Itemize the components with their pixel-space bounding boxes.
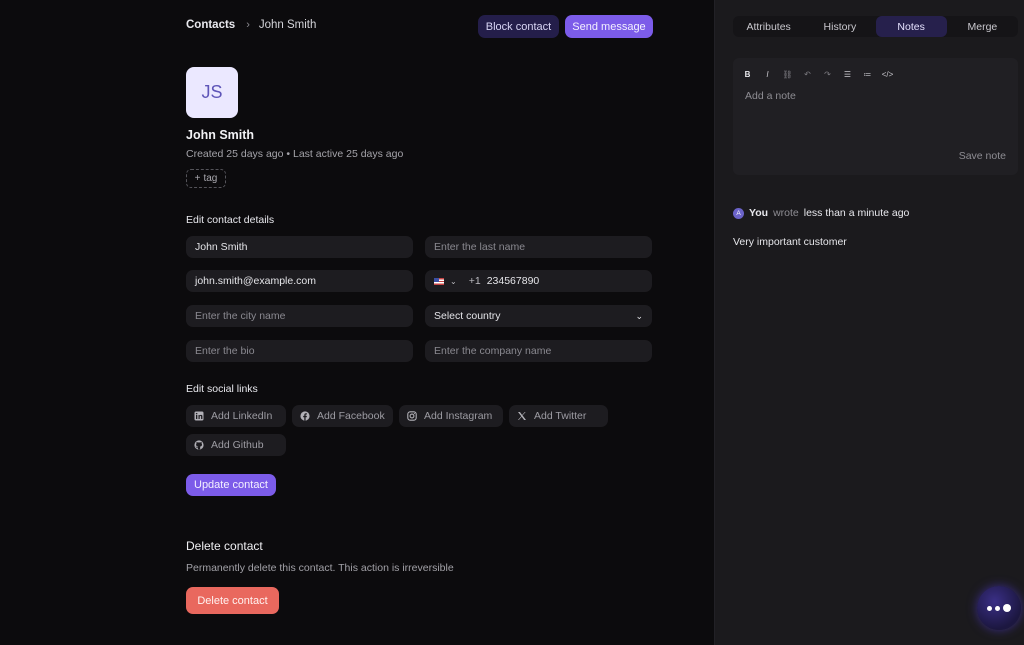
add-linkedin-label: Add LinkedIn — [211, 410, 273, 422]
add-tag-button[interactable]: + tag — [186, 169, 226, 188]
editor-toolbar: B I ⛓ ↶ ↷ ☰ ≔ </> — [743, 70, 894, 79]
phone-field[interactable]: ⌄ +1 234567890 — [425, 270, 652, 292]
numbered-list-icon[interactable]: ≔ — [863, 70, 872, 79]
github-icon — [194, 440, 204, 450]
company-input[interactable]: Enter the company name — [425, 340, 652, 362]
plus-icon: + — [194, 173, 201, 184]
phone-country-code: +1 — [468, 275, 481, 287]
add-twitter-button[interactable]: Add Twitter — [509, 405, 608, 427]
us-flag-icon[interactable] — [434, 277, 444, 285]
sidebar-tabs: Attributes History Notes Merge — [733, 16, 1018, 37]
main-panel: Contacts › John Smith Block contact Send… — [0, 0, 714, 645]
linkedin-icon — [194, 411, 204, 421]
note-timestamp: less than a minute ago — [803, 207, 910, 219]
save-note-button[interactable]: Save note — [959, 150, 1006, 162]
redo-icon[interactable]: ↷ — [823, 70, 832, 79]
delete-contact-title: Delete contact — [186, 539, 263, 553]
bullet-list-icon[interactable]: ☰ — [843, 70, 852, 79]
undo-icon[interactable]: ↶ — [803, 70, 812, 79]
chat-launcher-button[interactable] — [977, 586, 1021, 630]
add-twitter-label: Add Twitter — [534, 410, 587, 422]
add-instagram-button[interactable]: Add Instagram — [399, 405, 503, 427]
first-name-input[interactable]: John Smith — [186, 236, 413, 258]
phone-number-input[interactable]: 234567890 — [487, 275, 540, 287]
add-instagram-label: Add Instagram — [424, 410, 493, 422]
chat-dot-icon — [1003, 604, 1011, 612]
twitter-icon — [517, 411, 527, 421]
add-tag-label: tag — [203, 173, 218, 184]
note-body: Very important customer — [733, 236, 847, 248]
tab-attributes[interactable]: Attributes — [733, 16, 804, 37]
note-author-avatar: A — [733, 207, 744, 219]
note-verb: wrote — [773, 207, 799, 219]
chevron-right-icon: › — [246, 19, 250, 31]
chat-dot-icon — [987, 605, 992, 611]
block-contact-button[interactable]: Block contact — [478, 15, 559, 38]
sidebar-panel: Attributes History Notes Merge B I ⛓ ↶ ↷… — [714, 0, 1024, 645]
country-select-label: Select country — [434, 310, 501, 322]
bio-input[interactable]: Enter the bio — [186, 340, 413, 362]
link-icon[interactable]: ⛓ — [782, 70, 792, 79]
bold-icon[interactable]: B — [743, 70, 752, 79]
delete-contact-button[interactable]: Delete contact — [186, 587, 279, 614]
update-contact-button[interactable]: Update contact — [186, 474, 276, 496]
contact-meta: Created 25 days ago • Last active 25 day… — [186, 148, 404, 160]
chevron-down-icon: ⌄ — [635, 310, 643, 321]
tab-notes[interactable]: Notes — [875, 16, 947, 37]
tab-history[interactable]: History — [804, 16, 875, 37]
tab-merge[interactable]: Merge — [947, 16, 1018, 37]
breadcrumb-current: John Smith — [258, 19, 317, 31]
breadcrumb-contacts-link[interactable]: Contacts — [186, 19, 235, 31]
chat-dot-icon — [995, 605, 1000, 611]
delete-contact-description: Permanently delete this contact. This ac… — [186, 562, 454, 574]
instagram-icon — [407, 411, 417, 421]
add-github-label: Add Github — [211, 439, 264, 451]
country-select[interactable]: Select country ⌄ — [425, 305, 652, 327]
add-facebook-label: Add Facebook — [317, 410, 385, 422]
add-github-button[interactable]: Add Github — [186, 434, 286, 456]
edit-details-title: Edit contact details — [186, 214, 275, 226]
avatar: JS — [186, 67, 238, 118]
chevron-down-icon[interactable]: ⌄ — [450, 277, 457, 286]
add-facebook-button[interactable]: Add Facebook — [292, 405, 393, 427]
contact-name: John Smith — [186, 128, 255, 142]
code-icon[interactable]: </> — [882, 70, 894, 79]
note-input[interactable]: Add a note — [745, 90, 796, 102]
note-editor[interactable]: B I ⛓ ↶ ↷ ☰ ≔ </> Add a note Save note — [733, 58, 1018, 175]
add-linkedin-button[interactable]: Add LinkedIn — [186, 405, 286, 427]
facebook-icon — [300, 411, 310, 421]
note-header: A You wrote less than a minute ago — [733, 207, 909, 219]
last-name-input[interactable]: Enter the last name — [425, 236, 652, 258]
breadcrumb: Contacts › John Smith — [186, 19, 316, 31]
send-message-button[interactable]: Send message — [565, 15, 653, 38]
city-input[interactable]: Enter the city name — [186, 305, 413, 327]
email-input[interactable]: john.smith@example.com — [186, 270, 413, 292]
note-author: You — [749, 207, 769, 219]
edit-social-title: Edit social links — [186, 383, 258, 395]
italic-icon[interactable]: I — [763, 70, 772, 79]
